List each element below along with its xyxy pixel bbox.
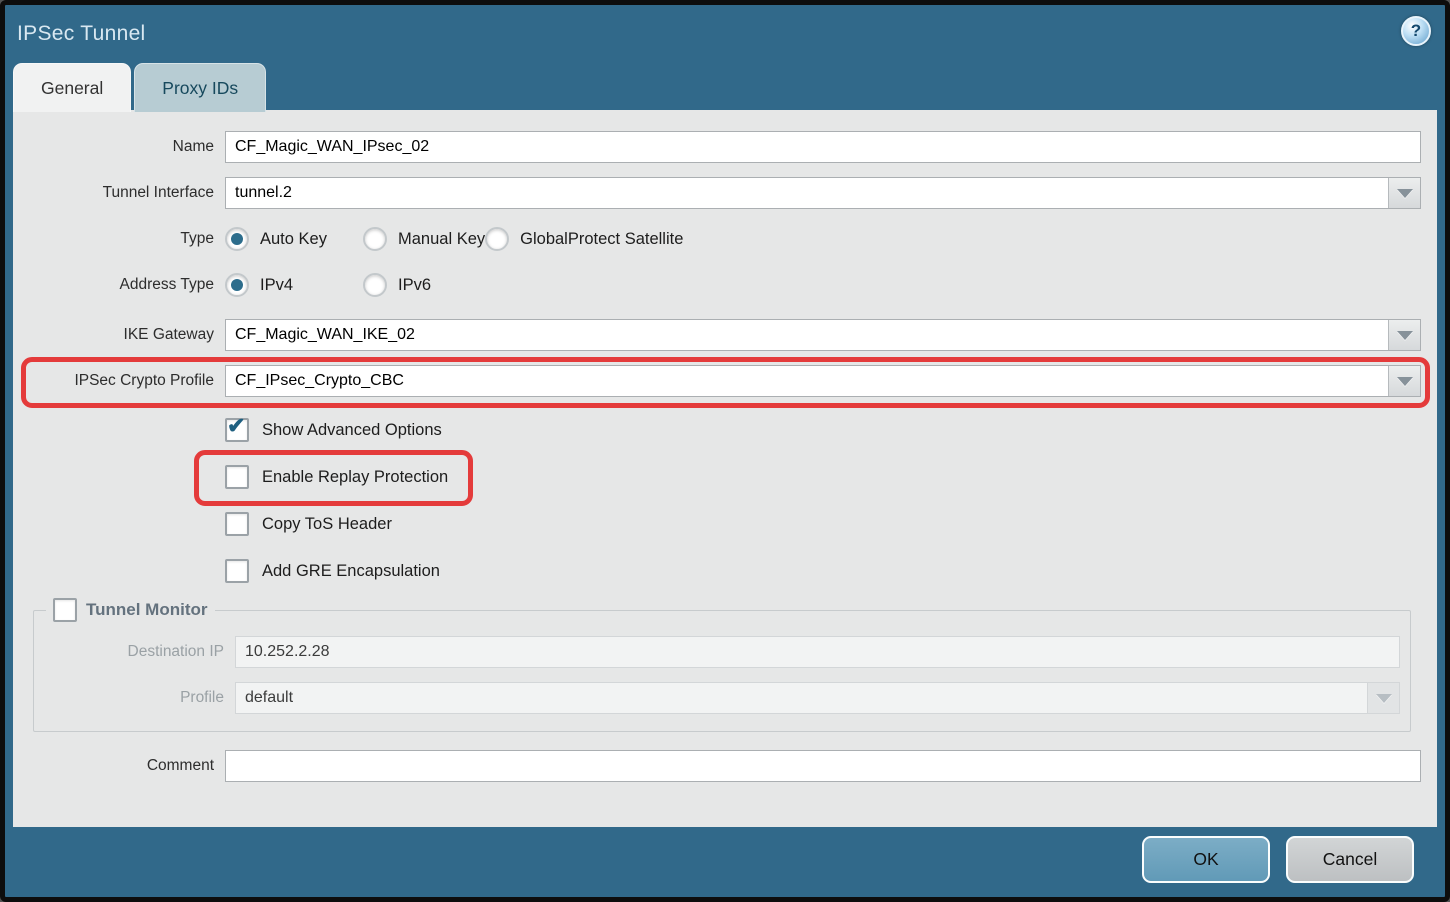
ipv6-radio[interactable]: [363, 273, 387, 297]
dialog-title: IPSec Tunnel: [17, 22, 146, 46]
add-gre-encapsulation-label: Add GRE Encapsulation: [262, 562, 440, 581]
auto-key-radio[interactable]: [225, 227, 249, 251]
enable-replay-protection-checkbox[interactable]: [225, 465, 249, 489]
comment-input[interactable]: [225, 750, 1421, 782]
ike-gateway-value[interactable]: CF_Magic_WAN_IKE_02: [226, 320, 1388, 350]
enable-replay-protection-line: Enable Replay Protection: [225, 464, 1437, 490]
name-row: Name: [13, 131, 1421, 163]
manual-key-radio[interactable]: [363, 227, 387, 251]
ike-gateway-label: IKE Gateway: [13, 326, 225, 344]
address-type-option-ipv6: IPv6: [363, 273, 431, 297]
chevron-down-icon: [1397, 331, 1413, 340]
type-radio-group: Auto Key Manual Key GlobalProtect Satell…: [225, 227, 683, 251]
add-gre-encapsulation-checkbox[interactable]: [225, 559, 249, 583]
ipv4-label: IPv4: [260, 276, 293, 295]
name-input[interactable]: [225, 131, 1421, 163]
globalprotect-satellite-label: GlobalProtect Satellite: [520, 230, 683, 249]
tunnel-interface-row: Tunnel Interface tunnel.2: [13, 177, 1421, 209]
type-option-manual-key: Manual Key: [363, 227, 485, 251]
ike-gateway-dropdown: CF_Magic_WAN_IKE_02: [225, 319, 1421, 351]
tab-bar: General Proxy IDs: [13, 63, 266, 112]
tunnel-monitor-label: Tunnel Monitor: [86, 600, 208, 620]
address-type-radio-group: IPv4 IPv6: [225, 273, 431, 297]
dialog-titlebar: IPSec Tunnel: [5, 5, 1445, 63]
show-advanced-options-row: Show Advanced Options: [225, 417, 442, 443]
show-advanced-options-checkbox[interactable]: [225, 418, 249, 442]
ipv4-radio[interactable]: [225, 273, 249, 297]
help-icon[interactable]: ?: [1401, 16, 1431, 46]
type-option-auto-key: Auto Key: [225, 227, 363, 251]
tunnel-monitor-fieldset: Tunnel Monitor Destination IP Profile de…: [33, 610, 1411, 732]
auto-key-label: Auto Key: [260, 230, 327, 249]
destination-ip-input: [235, 636, 1400, 668]
cancel-button[interactable]: Cancel: [1286, 836, 1414, 883]
chevron-down-icon: [1397, 189, 1413, 198]
comment-row: Comment: [13, 750, 1421, 782]
address-type-option-ipv4: IPv4: [225, 273, 363, 297]
ok-button[interactable]: OK: [1142, 836, 1270, 883]
dialog-footer: OK Cancel: [5, 822, 1445, 897]
comment-label: Comment: [13, 757, 225, 775]
show-advanced-options-label: Show Advanced Options: [262, 421, 442, 440]
tunnel-interface-dropdown-button[interactable]: [1388, 178, 1420, 208]
ike-gateway-row: IKE Gateway CF_Magic_WAN_IKE_02: [13, 319, 1421, 351]
ipsec-tunnel-dialog: IPSec Tunnel ? General Proxy IDs Name Tu…: [0, 0, 1450, 902]
tunnel-interface-dropdown: tunnel.2: [225, 177, 1421, 209]
profile-dropdown-button: [1367, 683, 1399, 713]
profile-value: default: [236, 683, 1367, 713]
add-gre-encapsulation-line: Add GRE Encapsulation: [225, 558, 1437, 584]
type-label: Type: [13, 230, 225, 248]
add-gre-encapsulation-row: Add GRE Encapsulation: [225, 558, 440, 584]
tunnel-interface-value[interactable]: tunnel.2: [226, 178, 1388, 208]
name-label: Name: [13, 138, 225, 156]
chevron-down-icon: [1397, 377, 1413, 386]
chevron-down-icon: [1376, 694, 1392, 703]
ipv6-label: IPv6: [398, 276, 431, 295]
tunnel-interface-label: Tunnel Interface: [13, 184, 225, 202]
ipsec-crypto-profile-label: IPSec Crypto Profile: [13, 372, 225, 390]
destination-ip-label: Destination IP: [34, 643, 235, 661]
ipsec-crypto-profile-row: IPSec Crypto Profile CF_IPsec_Crypto_CBC: [13, 365, 1421, 397]
profile-label: Profile: [34, 689, 235, 707]
tab-general[interactable]: General: [13, 63, 131, 112]
tunnel-monitor-legend: Tunnel Monitor: [46, 598, 215, 622]
copy-tos-header-line: Copy ToS Header: [225, 511, 1437, 537]
type-row: Type Auto Key Manual Key GlobalProtect S…: [13, 223, 1421, 255]
address-type-label: Address Type: [13, 276, 225, 294]
globalprotect-satellite-radio[interactable]: [485, 227, 509, 251]
copy-tos-header-row: Copy ToS Header: [225, 511, 392, 537]
type-option-globalprotect: GlobalProtect Satellite: [485, 227, 683, 251]
destination-ip-row: Destination IP: [34, 636, 1400, 668]
ipsec-crypto-profile-dropdown-button[interactable]: [1388, 366, 1420, 396]
tab-proxy-ids[interactable]: Proxy IDs: [134, 63, 266, 112]
profile-dropdown: default: [235, 682, 1400, 714]
ipsec-crypto-profile-dropdown: CF_IPsec_Crypto_CBC: [225, 365, 1421, 397]
general-tab-panel: Name Tunnel Interface tunnel.2 Type Auto…: [13, 110, 1437, 827]
tunnel-monitor-checkbox[interactable]: [53, 598, 77, 622]
address-type-row: Address Type IPv4 IPv6: [13, 269, 1421, 301]
enable-replay-protection-label: Enable Replay Protection: [262, 468, 448, 487]
show-advanced-options-line: Show Advanced Options: [225, 417, 1437, 443]
copy-tos-header-label: Copy ToS Header: [262, 515, 392, 534]
ike-gateway-dropdown-button[interactable]: [1388, 320, 1420, 350]
ipsec-crypto-profile-value[interactable]: CF_IPsec_Crypto_CBC: [226, 366, 1388, 396]
manual-key-label: Manual Key: [398, 230, 485, 249]
copy-tos-header-checkbox[interactable]: [225, 512, 249, 536]
enable-replay-protection-row: Enable Replay Protection: [225, 464, 448, 490]
profile-row: Profile default: [34, 682, 1400, 714]
